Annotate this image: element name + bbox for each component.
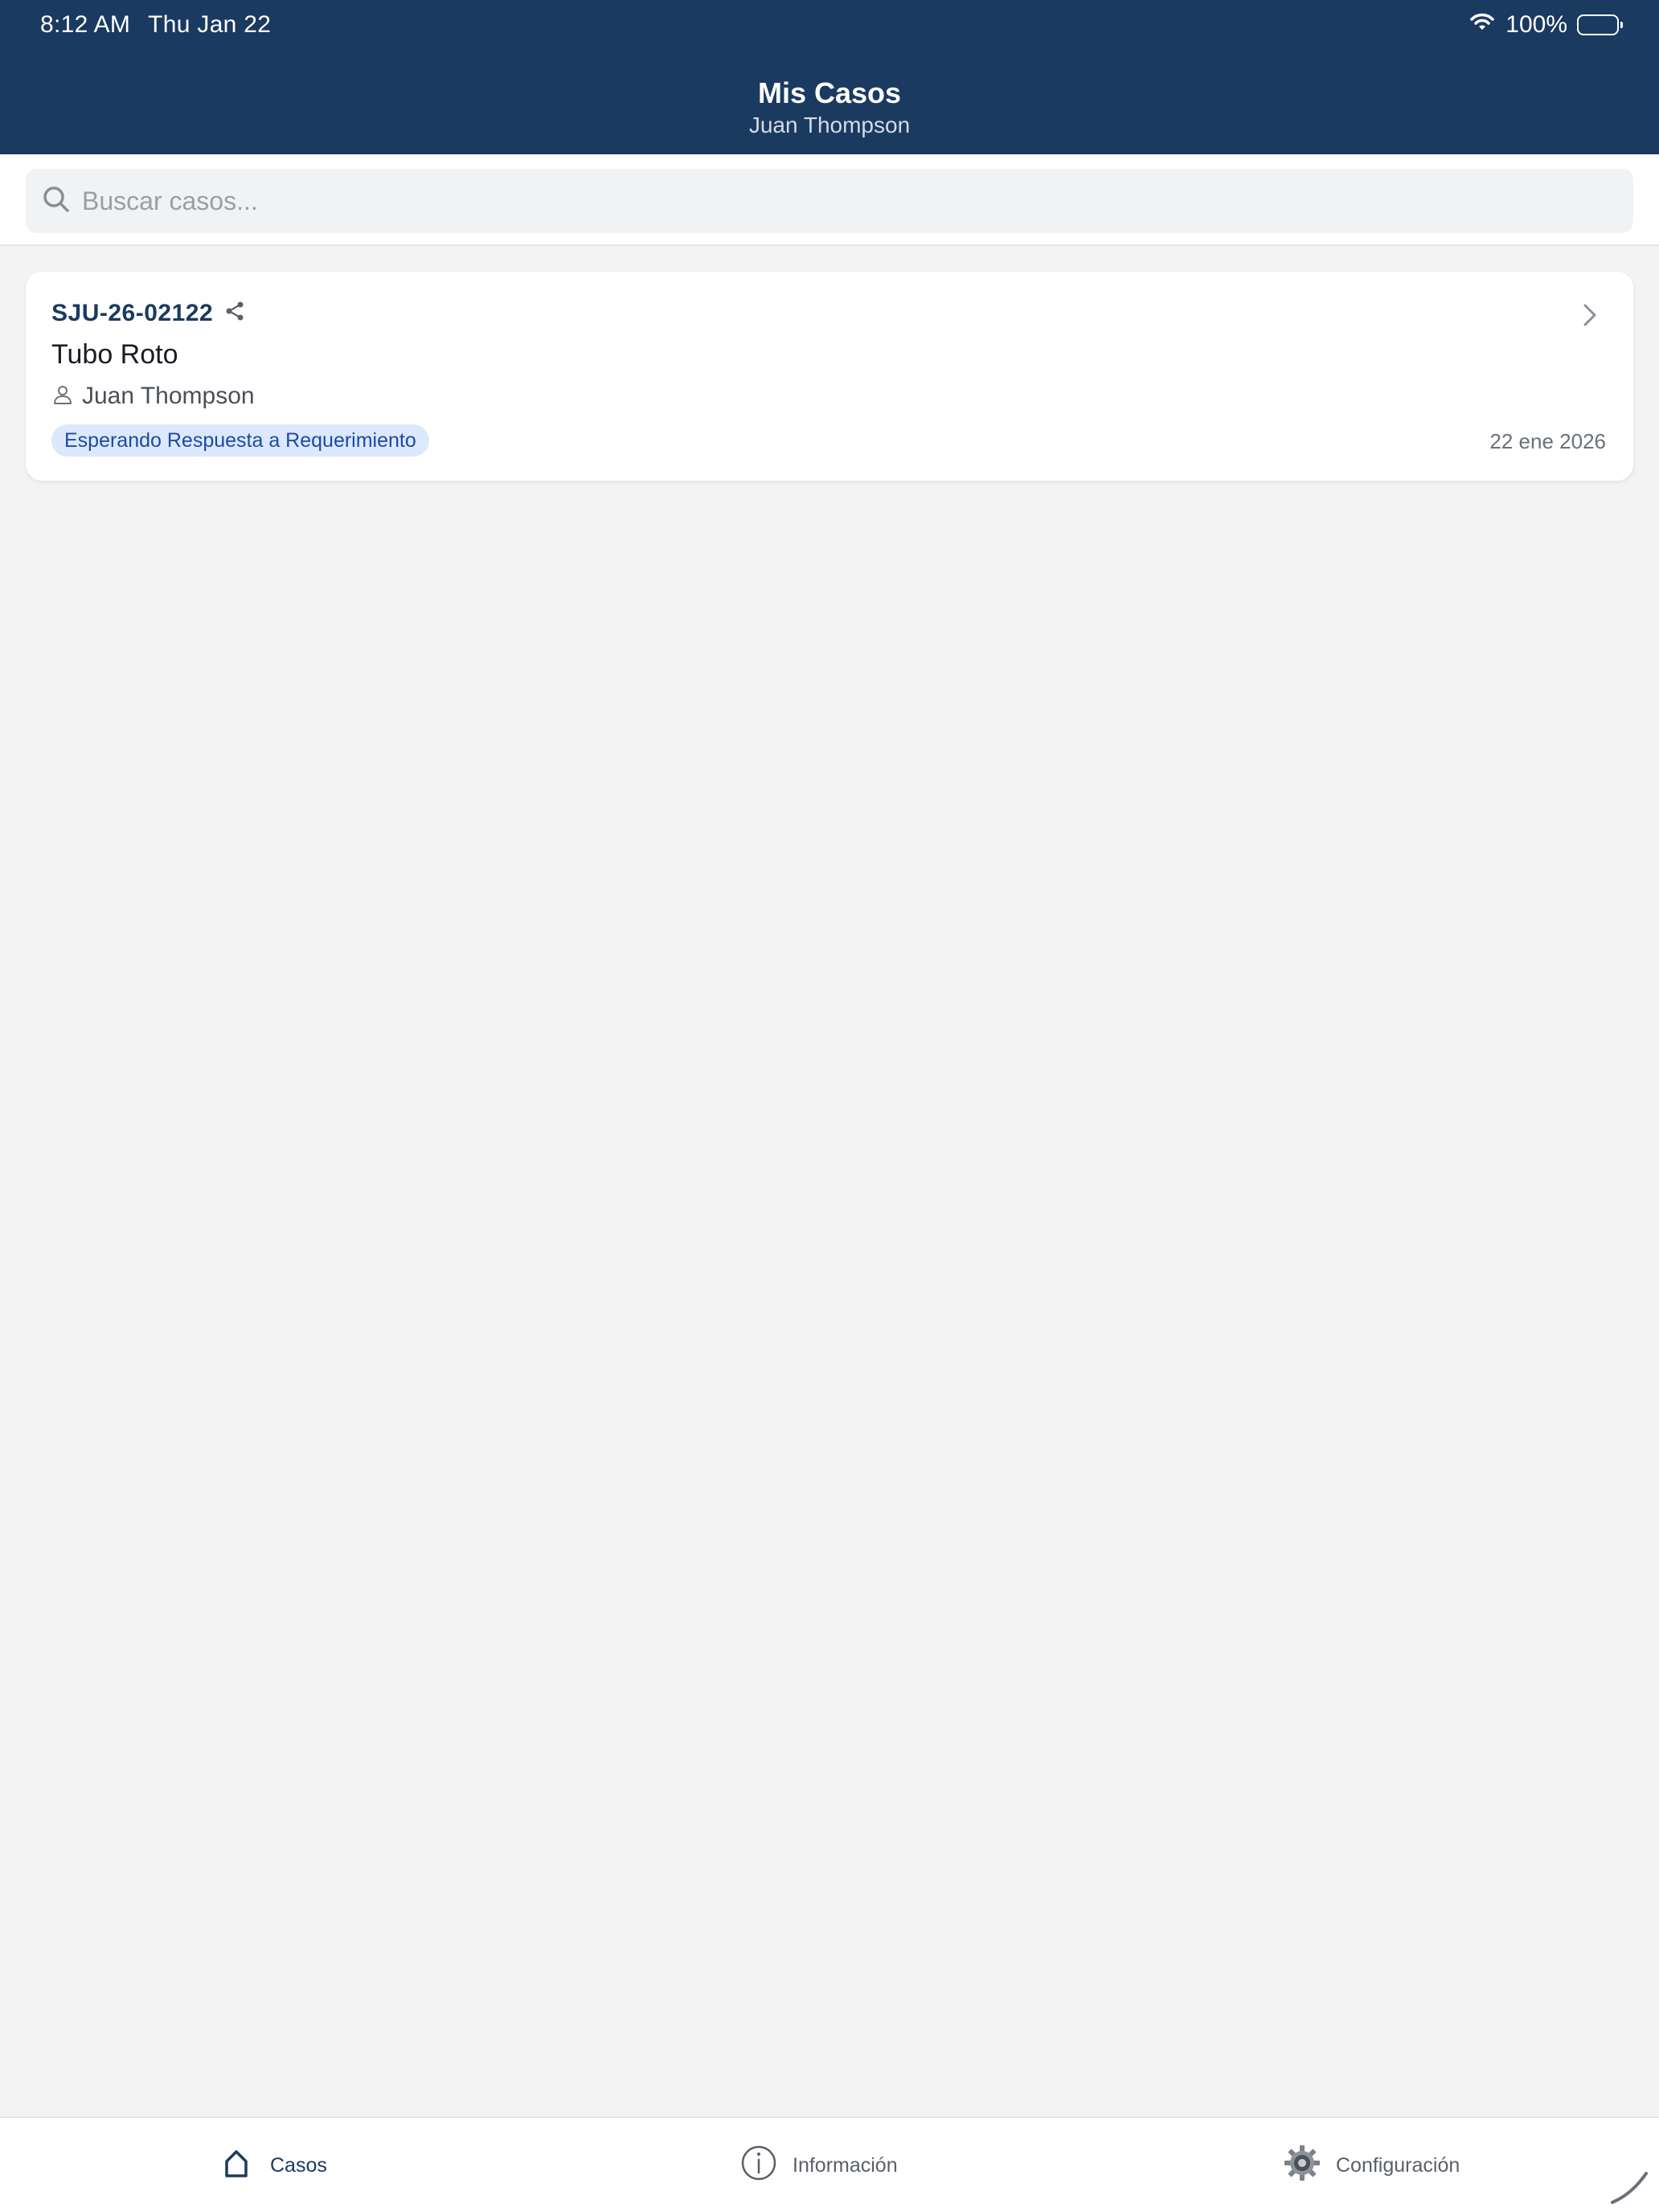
pencil-stroke-icon xyxy=(1608,2162,1651,2206)
app-root: 8:12 AM Thu Jan 22 100% Mis Casos Juan T… xyxy=(0,0,1659,2212)
battery-icon xyxy=(1577,14,1623,35)
case-card[interactable]: SJU-26-02122 Tubo Roto Juan Thompson Esp… xyxy=(26,272,1633,481)
client-row: Juan Thompson xyxy=(51,383,255,410)
gear-icon xyxy=(1283,2144,1321,2188)
search-bar xyxy=(0,154,1659,246)
case-id: SJU-26-02122 xyxy=(51,299,214,326)
client-name: Juan Thompson xyxy=(82,383,255,409)
status-bar-right: 100% xyxy=(1469,11,1623,39)
tab-configuracion-label: Configuración xyxy=(1336,2154,1460,2177)
tab-casos-label: Casos xyxy=(270,2154,327,2177)
person-icon xyxy=(51,383,74,410)
search-input[interactable] xyxy=(82,186,1609,216)
status-bar-left: 8:12 AM Thu Jan 22 xyxy=(40,11,271,39)
case-date: 22 ene 2026 xyxy=(1489,429,1606,453)
tab-bar: Casos Información Configuración xyxy=(0,2116,1659,2212)
page-title: Mis Casos xyxy=(757,76,902,109)
tab-informacion[interactable]: Información xyxy=(739,2118,898,2212)
home-icon xyxy=(217,2144,256,2188)
case-title: Tubo Roto xyxy=(51,339,178,370)
header-title-group: Mis Casos Juan Thompson xyxy=(0,76,1659,140)
info-icon xyxy=(739,2144,778,2188)
status-time: 8:12 AM xyxy=(40,11,131,38)
share-icon[interactable] xyxy=(223,299,247,327)
wifi-icon xyxy=(1469,11,1496,39)
page-subtitle: Juan Thompson xyxy=(748,113,911,137)
tab-informacion-label: Información xyxy=(793,2154,898,2177)
search-field[interactable] xyxy=(26,169,1633,233)
chevron-right-icon[interactable] xyxy=(1575,301,1604,330)
tab-configuracion[interactable]: Configuración xyxy=(1283,2118,1460,2212)
search-icon xyxy=(40,183,72,219)
tab-casos[interactable]: Casos xyxy=(217,2118,327,2212)
status-badge: Esperando Respuesta a Requerimiento xyxy=(51,424,429,457)
case-id-row: SJU-26-02122 xyxy=(51,299,247,327)
battery-percentage: 100% xyxy=(1505,11,1567,38)
app-header: 8:12 AM Thu Jan 22 100% Mis Casos Juan T… xyxy=(0,0,1659,154)
status-date: Thu Jan 22 xyxy=(148,11,272,38)
